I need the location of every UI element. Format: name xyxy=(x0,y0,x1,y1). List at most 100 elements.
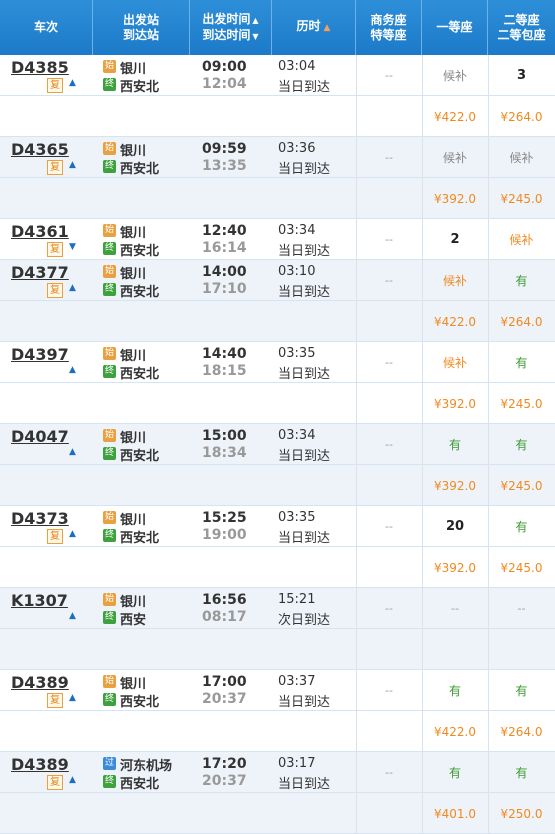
to-station: 西安北 xyxy=(120,285,160,300)
header-stations[interactable]: 出发站 到达站 xyxy=(93,0,190,55)
price-row: ¥392.0 ¥245.0 xyxy=(0,465,555,506)
from-station: 银川 xyxy=(120,431,147,446)
arrival-time: 13:35 xyxy=(202,158,247,174)
price-row: ¥422.0 ¥264.0 xyxy=(0,711,555,752)
second-class-seat[interactable]: -- xyxy=(488,588,555,629)
expand-up-icon[interactable]: ▲ xyxy=(69,365,76,375)
second-class-price: ¥250.0 xyxy=(500,806,543,821)
expand-up-icon[interactable]: ▲ xyxy=(69,447,76,457)
second-class-seat[interactable]: 有 xyxy=(488,670,555,711)
sort-asc-icon[interactable]: ▲ xyxy=(324,23,331,33)
second-class-seat[interactable]: 有 xyxy=(488,260,555,301)
second-class-seat[interactable]: 候补 xyxy=(488,219,555,260)
price-row: ¥392.0 ¥245.0 xyxy=(0,383,555,424)
train-row[interactable]: D4385 复 ▲ 始银川终西安北 09:00 12:04 03:04 当日到达 -- 候补 3 xyxy=(0,55,555,96)
train-number-link[interactable]: D4389 xyxy=(11,673,69,692)
train-number-link[interactable]: D4361 xyxy=(11,222,69,241)
arrival-day: 当日到达 xyxy=(278,531,331,546)
sort-up-icon[interactable]: ▲ xyxy=(252,16,258,25)
train-number-link[interactable]: K1307 xyxy=(11,591,68,610)
second-class-seat[interactable]: 有 xyxy=(488,424,555,465)
second-class-availability: 有 xyxy=(515,274,528,288)
train-row[interactable]: D4361 复 ▼ 始银川终西安北 12:40 16:14 03:34 当日到达 -- 2 候补 xyxy=(0,219,555,260)
expand-up-icon[interactable]: ▲ xyxy=(69,693,76,703)
first-class-seat[interactable]: 有 xyxy=(422,424,488,465)
arrival-time: 08:17 xyxy=(202,609,247,625)
train-row[interactable]: D4397 ▲ 始银川终西安北 14:40 18:15 03:35 当日到达 -- 候补 有 xyxy=(0,342,555,383)
header-duration[interactable]: 历时 ▲ xyxy=(272,0,356,55)
arrival-day: 当日到达 xyxy=(278,449,331,464)
header-times[interactable]: 出发时间 ▲ 到达时间 ▼ xyxy=(190,0,272,55)
expand-down-icon[interactable]: ▼ xyxy=(69,242,76,252)
origin-badge: 始 xyxy=(103,224,116,237)
terminal-badge: 终 xyxy=(103,611,116,624)
train-number-link[interactable]: D4397 xyxy=(11,345,69,364)
first-class-seat[interactable]: 候补 xyxy=(422,260,488,301)
first-class-seat[interactable]: 候补 xyxy=(422,55,488,96)
origin-badge: 始 xyxy=(103,511,116,524)
duration: 15:21 xyxy=(278,592,316,607)
second-class-seat[interactable]: 有 xyxy=(488,752,555,793)
expand-up-icon[interactable]: ▲ xyxy=(69,283,76,293)
business-seat: -- xyxy=(356,670,422,711)
expand-up-icon[interactable]: ▲ xyxy=(69,160,76,170)
arrival-time: 19:00 xyxy=(202,527,247,543)
arrival-day: 当日到达 xyxy=(278,367,331,382)
business-seat: -- xyxy=(356,137,422,178)
expand-up-icon[interactable]: ▲ xyxy=(69,611,76,621)
train-number-link[interactable]: D4047 xyxy=(11,427,69,446)
train-row[interactable]: K1307 ▲ 始银川终西安 16:56 08:17 15:21 次日到达 -- -- -- xyxy=(0,588,555,629)
first-class-seat[interactable]: 2 xyxy=(422,219,488,260)
train-row[interactable]: D4377 复 ▲ 始银川终西安北 14:00 17:10 03:10 当日到达 -- 候补 有 xyxy=(0,260,555,301)
second-class-seat[interactable]: 候补 xyxy=(488,137,555,178)
train-row[interactable]: D4389 复 ▲ 始银川终西安北 17:00 20:37 03:37 当日到达 -- 有 有 xyxy=(0,670,555,711)
second-class-availability: 有 xyxy=(515,684,528,698)
train-number-link[interactable]: D4365 xyxy=(11,140,69,159)
train-row[interactable]: D4373 复 ▲ 始银川终西安北 15:25 19:00 03:35 当日到达 -- 20 有 xyxy=(0,506,555,547)
expand-up-icon[interactable]: ▲ xyxy=(69,529,76,539)
terminal-badge: 终 xyxy=(103,365,116,378)
second-class-price: ¥245.0 xyxy=(500,478,543,493)
terminal-badge: 终 xyxy=(103,160,116,173)
first-class-seat[interactable]: 20 xyxy=(422,506,488,547)
business-availability: -- xyxy=(385,438,393,451)
second-class-seat[interactable]: 3 xyxy=(488,55,555,96)
business-availability: -- xyxy=(385,233,393,246)
first-class-availability: 20 xyxy=(445,519,465,534)
train-number-link[interactable]: D4385 xyxy=(11,58,69,77)
first-class-seat[interactable]: 有 xyxy=(422,670,488,711)
expand-up-icon[interactable]: ▲ xyxy=(69,775,76,785)
origin-badge: 始 xyxy=(103,593,116,606)
duration: 03:35 xyxy=(278,510,316,525)
reissue-badge: 复 xyxy=(47,242,63,257)
departure-time: 17:00 xyxy=(202,674,247,690)
expand-up-icon[interactable]: ▲ xyxy=(69,78,76,88)
first-class-seat[interactable]: -- xyxy=(422,588,488,629)
arrival-day: 当日到达 xyxy=(278,695,331,710)
first-class-seat[interactable]: 候补 xyxy=(422,342,488,383)
departure-time: 09:59 xyxy=(202,141,247,157)
header-train[interactable]: 车次 xyxy=(0,0,93,55)
business-availability: -- xyxy=(385,274,393,287)
first-class-seat[interactable]: 有 xyxy=(422,752,488,793)
first-class-seat[interactable]: 候补 xyxy=(422,137,488,178)
train-row[interactable]: D4365 复 ▲ 始银川终西安北 09:59 13:35 03:36 当日到达 -- 候补 候补 xyxy=(0,137,555,178)
train-number-link[interactable]: D4373 xyxy=(11,509,69,528)
business-seat: -- xyxy=(356,424,422,465)
train-row[interactable]: D4047 ▲ 始银川终西安北 15:00 18:34 03:34 当日到达 -- 有 有 xyxy=(0,424,555,465)
second-class-availability: 有 xyxy=(515,356,528,370)
column-divider xyxy=(356,793,357,834)
business-seat: -- xyxy=(356,506,422,547)
business-availability: -- xyxy=(385,151,393,164)
second-class-seat[interactable]: 有 xyxy=(488,342,555,383)
duration: 03:34 xyxy=(278,428,316,443)
first-class-availability: 有 xyxy=(448,766,461,780)
second-class-price-cell: ¥245.0 xyxy=(488,465,555,506)
train-number-link[interactable]: D4389 xyxy=(11,755,69,774)
arrival-time: 12:04 xyxy=(202,76,247,92)
train-row[interactable]: D4389 复 ▲ 过河东机场终西安北 17:20 20:37 03:17 当日到达 -- 有 有 xyxy=(0,752,555,793)
reissue-badge: 复 xyxy=(47,529,63,544)
train-number-link[interactable]: D4377 xyxy=(11,263,69,282)
second-class-seat[interactable]: 有 xyxy=(488,506,555,547)
sort-down-icon[interactable]: ▼ xyxy=(252,32,258,41)
